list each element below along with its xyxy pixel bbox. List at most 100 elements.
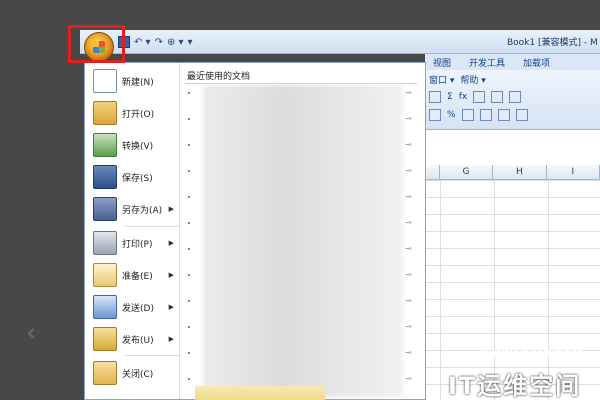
help-menu[interactable]: 帮助 ▾: [460, 73, 485, 86]
column-header-i[interactable]: I: [547, 165, 600, 179]
recent-bullet: [188, 118, 190, 120]
office-button-highlight: [68, 25, 125, 63]
recent-bullet: [188, 92, 190, 94]
menu-item-new[interactable]: 新建(N): [85, 65, 180, 97]
menu-item-prepare[interactable]: 准备(E) ▶: [85, 259, 180, 291]
column-header-h[interactable]: H: [493, 165, 547, 179]
office-menu: 新建(N) 打开(O) 转换(V) 保存(S) 另存为(A) ▶ 打印(P) ▶…: [84, 62, 426, 400]
pin-icon[interactable]: ⊸: [405, 349, 419, 357]
column-header-row: G H I: [425, 165, 600, 180]
watermark-url: WWW.94IP.COM: [480, 348, 584, 361]
function-button[interactable]: fx: [459, 92, 468, 102]
pin-icon[interactable]: ⊸: [405, 167, 419, 175]
open-folder-icon: [93, 101, 117, 125]
indent-icon[interactable]: [479, 109, 492, 121]
submenu-arrow-icon: ▶: [168, 271, 174, 279]
border-icon[interactable]: [515, 109, 528, 121]
recent-bullet: [188, 248, 190, 250]
menu-item-label: 另存为(A): [122, 205, 163, 216]
submenu-arrow-icon: ▶: [168, 205, 174, 213]
submenu-arrow-icon: ▶: [168, 239, 174, 247]
chevron-left-icon[interactable]: ‹: [26, 318, 44, 348]
ribbon-row-1: 窗口 ▾ 帮助 ▾: [429, 73, 486, 86]
recent-bullet: [188, 170, 190, 172]
qat-customize-icon[interactable]: ▾: [188, 37, 193, 48]
sort-icon[interactable]: [473, 91, 486, 103]
recent-bullet: [188, 274, 190, 276]
publish-icon: [93, 327, 117, 351]
find-icon[interactable]: [429, 91, 441, 103]
percent-button[interactable]: %: [447, 110, 456, 120]
ribbon-row-2: Σ fx: [429, 91, 522, 103]
chart-icon[interactable]: [509, 91, 522, 103]
menu-item-open[interactable]: 打开(O): [85, 97, 180, 129]
qat-redo-icon[interactable]: ↷: [155, 37, 163, 48]
menu-item-label: 打印(P): [122, 239, 153, 250]
recent-bullet: [188, 352, 190, 354]
filter-icon[interactable]: [491, 91, 504, 103]
menu-footer-buttons[interactable]: [195, 386, 325, 400]
recent-documents-list-blurred[interactable]: [203, 85, 403, 397]
menu-item-label: 转换(V): [122, 141, 154, 152]
submenu-arrow-icon: ▶: [168, 303, 174, 311]
menu-item-label: 关闭(C): [122, 369, 154, 380]
pin-icon[interactable]: ⊸: [405, 297, 419, 305]
menu-separator: [125, 355, 180, 356]
window-menu[interactable]: 窗口 ▾: [429, 73, 454, 86]
ribbon-panel: 窗口 ▾ 帮助 ▾ Σ fx %: [425, 70, 600, 130]
wrap-icon[interactable]: [497, 109, 510, 121]
menu-item-label: 准备(E): [122, 271, 153, 282]
office-menu-commands: 新建(N) 打开(O) 转换(V) 保存(S) 另存为(A) ▶ 打印(P) ▶…: [85, 63, 180, 399]
recent-bullet: [188, 222, 190, 224]
menu-item-close[interactable]: 关闭(C): [85, 357, 180, 389]
tab-addins[interactable]: 加载项: [523, 56, 550, 69]
recent-bullet: [188, 378, 190, 380]
pin-icon[interactable]: ⊸: [405, 89, 419, 97]
menu-item-label: 保存(S): [122, 173, 153, 184]
submenu-arrow-icon: ▶: [168, 335, 174, 343]
send-icon: [93, 295, 117, 319]
convert-icon: [93, 133, 117, 157]
ribbon-tabs: 视图 开发工具 加载项: [425, 54, 600, 70]
save-disk-icon: [93, 165, 117, 189]
recent-bullet: [188, 300, 190, 302]
close-folder-icon: [93, 361, 117, 385]
tab-view[interactable]: 视图: [433, 56, 451, 69]
prepare-icon: [93, 263, 117, 287]
menu-item-print[interactable]: 打印(P) ▶: [85, 227, 180, 259]
qat-more-icon[interactable]: ⊕ ▾: [167, 37, 184, 48]
comma-icon[interactable]: [461, 109, 474, 121]
recent-documents-divider: [185, 83, 417, 84]
printer-icon: [93, 231, 117, 255]
corner-cell[interactable]: [425, 165, 440, 179]
menu-item-publish[interactable]: 发布(U) ▶: [85, 323, 180, 355]
quick-access-toolbar: ↶ ▾ ↷ ⊕ ▾ ▾: [118, 34, 193, 50]
pin-icon[interactable]: ⊸: [405, 193, 419, 201]
pin-icon[interactable]: ⊸: [405, 271, 419, 279]
ribbon-row-3: %: [429, 109, 528, 121]
menu-item-convert[interactable]: 转换(V): [85, 129, 180, 161]
menu-item-label: 发布(U): [122, 335, 154, 346]
column-header-g[interactable]: G: [440, 165, 494, 179]
currency-icon[interactable]: [429, 109, 441, 121]
tab-developer[interactable]: 开发工具: [469, 56, 505, 69]
menu-item-save-as[interactable]: 另存为(A) ▶: [85, 193, 180, 225]
menu-item-label: 发送(D): [122, 303, 154, 314]
recent-bullet: [188, 326, 190, 328]
watermark-name: IT运维空间: [448, 372, 582, 400]
sum-button[interactable]: Σ: [447, 92, 453, 102]
qat-undo-icon[interactable]: ↶ ▾: [134, 37, 151, 48]
recent-bullet: [188, 144, 190, 146]
window-title: Book1 [兼容模式] - M: [507, 38, 598, 48]
menu-item-save[interactable]: 保存(S): [85, 161, 180, 193]
pin-icon[interactable]: ⊸: [405, 219, 419, 227]
pin-icon[interactable]: ⊸: [405, 245, 419, 253]
pin-icon[interactable]: ⊸: [405, 323, 419, 331]
pin-icon[interactable]: ⊸: [405, 375, 419, 383]
recent-bullet: [188, 196, 190, 198]
pin-icon[interactable]: ⊸: [405, 115, 419, 123]
pin-icon[interactable]: ⊸: [405, 141, 419, 149]
menu-item-send[interactable]: 发送(D) ▶: [85, 291, 180, 323]
new-document-icon: [93, 69, 117, 93]
save-as-icon: [93, 197, 117, 221]
